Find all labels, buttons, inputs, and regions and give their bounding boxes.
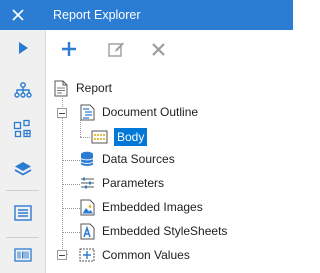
tree-connector <box>62 98 63 253</box>
tree-label-document-outline: Document Outline <box>102 105 199 119</box>
sidebar-item-preview[interactable] <box>0 33 45 63</box>
title-bar: Report Explorer <box>0 0 293 30</box>
tree-label-parameters: Parameters <box>102 176 165 190</box>
layers-icon <box>14 162 31 176</box>
sidebar-divider <box>6 237 39 238</box>
sidebar-item-form[interactable] <box>0 198 45 228</box>
delete-button[interactable] <box>143 35 173 63</box>
sliders-icon <box>78 174 96 192</box>
hierarchy-icon <box>13 82 32 98</box>
pencil-icon <box>107 42 124 57</box>
tree-connector <box>80 137 90 138</box>
tree-node-data-sources[interactable]: Data Sources <box>78 148 175 170</box>
edit-button[interactable] <box>101 35 131 63</box>
sidebar-item-hierarchy[interactable] <box>0 75 45 105</box>
common-values-icon <box>78 246 96 264</box>
tree-node-embedded-stylesheets[interactable]: Embedded StyleSheets <box>78 220 227 242</box>
plus-icon <box>62 42 76 56</box>
image-icon <box>78 198 96 216</box>
collapse-toggle[interactable] <box>57 250 67 260</box>
close-icon <box>12 9 24 21</box>
sidebar-item-group[interactable] <box>0 114 45 144</box>
preview-icon <box>18 42 28 54</box>
close-button[interactable] <box>0 0 36 30</box>
tree-node-embedded-images[interactable]: Embedded Images <box>78 196 203 218</box>
stylesheet-icon <box>78 222 96 240</box>
collapse-toggle[interactable] <box>57 108 67 118</box>
document-icon <box>52 79 70 97</box>
section-icon <box>90 128 108 146</box>
window-title: Report Explorer <box>53 8 141 22</box>
sidebar-item-layers[interactable] <box>0 154 45 184</box>
tree-node-body[interactable]: Body <box>90 126 148 148</box>
database-icon <box>78 150 96 168</box>
sidebar-item-barcode[interactable] <box>0 240 45 270</box>
tree-label-common-values: Common Values <box>102 248 190 262</box>
tree-label-embedded-images: Embedded Images <box>102 200 203 214</box>
tree-label-data-sources: Data Sources <box>102 152 175 166</box>
tree-node-parameters[interactable]: Parameters <box>78 172 164 194</box>
tree-label-body: Body <box>114 128 148 146</box>
tree-label-report: Report <box>76 81 113 95</box>
tree-node-report[interactable]: Report <box>52 77 112 99</box>
tree-node-common-values[interactable]: Common Values <box>78 244 190 266</box>
tree-node-document-outline[interactable]: Document Outline <box>78 101 198 123</box>
add-button[interactable] <box>54 35 84 63</box>
x-icon <box>151 42 165 56</box>
barcode-icon <box>13 248 32 262</box>
toolbar <box>46 30 293 68</box>
sidebar-divider <box>6 190 39 191</box>
sidebar <box>0 30 46 273</box>
outline-icon <box>78 103 96 121</box>
form-icon <box>13 205 32 221</box>
report-tree: Report Document Outline Body Data Source… <box>46 68 293 273</box>
tree-label-embedded-stylesheets: Embedded StyleSheets <box>102 224 228 238</box>
group-icon <box>13 119 31 138</box>
